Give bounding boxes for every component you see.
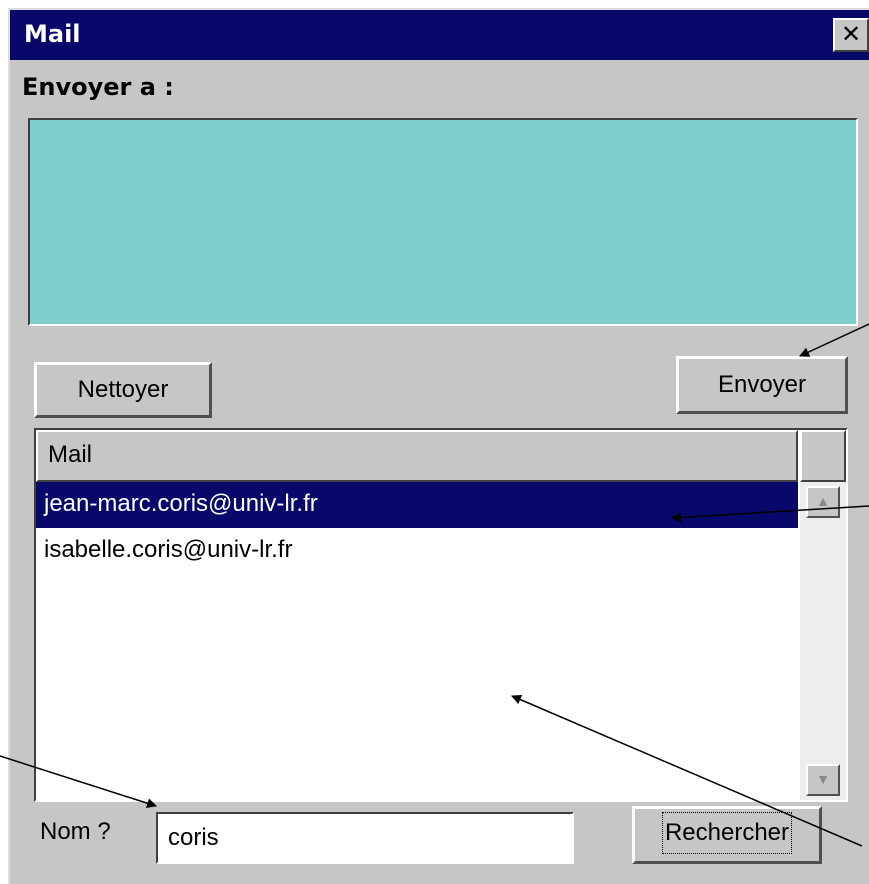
name-search-input[interactable]	[156, 812, 574, 864]
mail-results-table: Mail jean-marc.coris@univ-lr.fr isabelle…	[34, 428, 848, 802]
window-title: Mail	[24, 20, 81, 48]
search-button-label: Rechercher	[661, 812, 793, 854]
send-button[interactable]: Envoyer	[676, 356, 848, 414]
vertical-scrollbar[interactable]: ▲ ▼	[800, 482, 846, 800]
recipients-area[interactable]	[28, 118, 858, 326]
scroll-up-icon[interactable]: ▲	[806, 486, 840, 518]
search-button[interactable]: Rechercher	[632, 806, 822, 864]
scroll-down-icon[interactable]: ▼	[806, 764, 840, 796]
column-header-mail[interactable]: Mail	[36, 430, 798, 482]
close-button[interactable]: ✕	[833, 18, 869, 52]
clear-button[interactable]: Nettoyer	[34, 362, 212, 418]
send-to-label: Envoyer a :	[22, 73, 174, 101]
column-header-corner	[800, 430, 846, 482]
title-bar: Mail ✕	[10, 10, 869, 60]
table-row[interactable]: isabelle.coris@univ-lr.fr	[36, 528, 798, 574]
table-row[interactable]: jean-marc.coris@univ-lr.fr	[36, 482, 798, 528]
name-label: Nom ?	[40, 818, 111, 845]
